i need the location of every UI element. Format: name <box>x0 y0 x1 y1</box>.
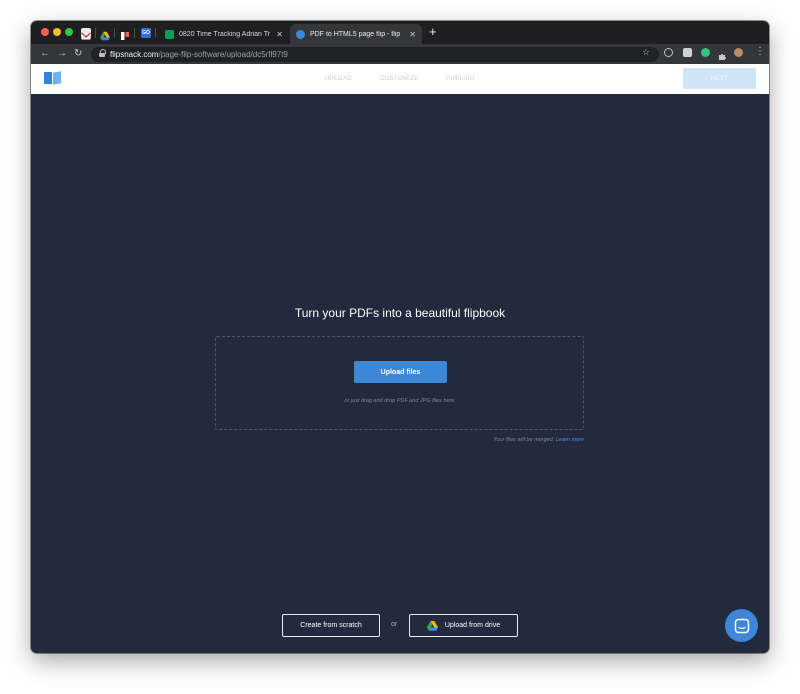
browser-window: GO 0820 Time Tracking Adrian Try ✕ PDF t… <box>31 21 769 653</box>
window-close-button[interactable] <box>41 28 49 36</box>
create-from-scratch-button[interactable]: Create from scratch <box>282 614 380 637</box>
flipsnack-logo[interactable] <box>44 71 61 85</box>
back-arrow-icon[interactable]: ← <box>40 47 50 61</box>
bookmark-star-icon[interactable]: ☆ <box>642 47 650 58</box>
tab-flipsnack[interactable]: PDF to HTML5 page flip - flip ✕ <box>290 24 422 44</box>
step-publish[interactable]: PUBLISH <box>446 76 474 82</box>
url-host: flipsnack.com <box>110 50 159 59</box>
chat-icon <box>734 618 749 633</box>
step-upload[interactable]: UPLOAD <box>325 76 352 82</box>
tab-strip: GO 0820 Time Tracking Adrian Try ✕ PDF t… <box>31 21 769 44</box>
google-drive-icon <box>426 620 438 631</box>
window-maximize-button[interactable] <box>65 28 73 36</box>
next-button[interactable]: NEXT <box>683 68 756 89</box>
grammarly-extension-icon[interactable] <box>701 48 710 57</box>
learn-more-link[interactable]: Learn more <box>556 437 584 443</box>
step-customize[interactable]: CUSTOMIZE <box>380 76 419 82</box>
browser-menu-icon[interactable]: ⋮ <box>755 47 765 57</box>
reload-icon[interactable]: ↻ <box>74 47 82 61</box>
file-dropzone[interactable]: Upload files or just drag and drop PDF a… <box>215 336 584 430</box>
extension-icon[interactable] <box>683 48 692 57</box>
new-tab-button[interactable]: + <box>429 25 437 39</box>
address-bar[interactable]: flipsnack.com/page-flip-software/upload/… <box>91 47 659 62</box>
or-separator: or <box>391 621 398 628</box>
pinned-tab-icon[interactable] <box>120 28 130 40</box>
upload-from-drive-button[interactable]: Upload from drive <box>409 614 518 637</box>
tab-title: PDF to HTML5 page flip - flip <box>310 30 401 38</box>
merge-note: Your files will be merged. Learn more <box>215 437 584 443</box>
upload-from-drive-label: Upload from drive <box>444 622 501 629</box>
docs-pinned-tab-icon[interactable]: GO <box>141 28 151 38</box>
window-minimize-button[interactable] <box>53 28 61 36</box>
gmail-pinned-tab-icon[interactable] <box>81 28 91 40</box>
lock-icon <box>99 49 106 58</box>
profile-avatar[interactable] <box>734 48 743 57</box>
sheets-icon <box>165 29 174 39</box>
merge-note-text: Your files will be merged. <box>493 437 555 443</box>
google-drive-pinned-tab-icon[interactable] <box>100 28 110 41</box>
close-icon[interactable]: ✕ <box>276 30 283 39</box>
chat-support-button[interactable] <box>725 609 758 642</box>
flipsnack-favicon-icon <box>296 29 305 39</box>
upload-area: Turn your PDFs into a beautiful flipbook… <box>31 94 769 653</box>
pocket-extension-icon[interactable] <box>664 48 673 57</box>
tab-title: 0820 Time Tracking Adrian Try <box>179 30 271 38</box>
tab-time-tracking[interactable]: 0820 Time Tracking Adrian Try ✕ <box>159 24 289 44</box>
url-path: /page-flip-software/upload/dc5rfl97t9 <box>158 50 288 59</box>
upload-files-button[interactable]: Upload files <box>354 361 447 383</box>
page-title: Turn your PDFs into a beautiful flipbook <box>294 306 506 320</box>
browser-toolbar: ← → ↻ flipsnack.com/page-flip-software/u… <box>31 44 769 64</box>
app-header: UPLOAD CUSTOMIZE PUBLISH NEXT <box>31 64 769 94</box>
extensions-puzzle-icon[interactable] <box>718 48 727 60</box>
close-icon[interactable]: ✕ <box>409 30 416 39</box>
forward-arrow-icon[interactable]: → <box>57 47 67 61</box>
drop-hint: or just drag and drop PDF and JPG files … <box>344 398 455 404</box>
